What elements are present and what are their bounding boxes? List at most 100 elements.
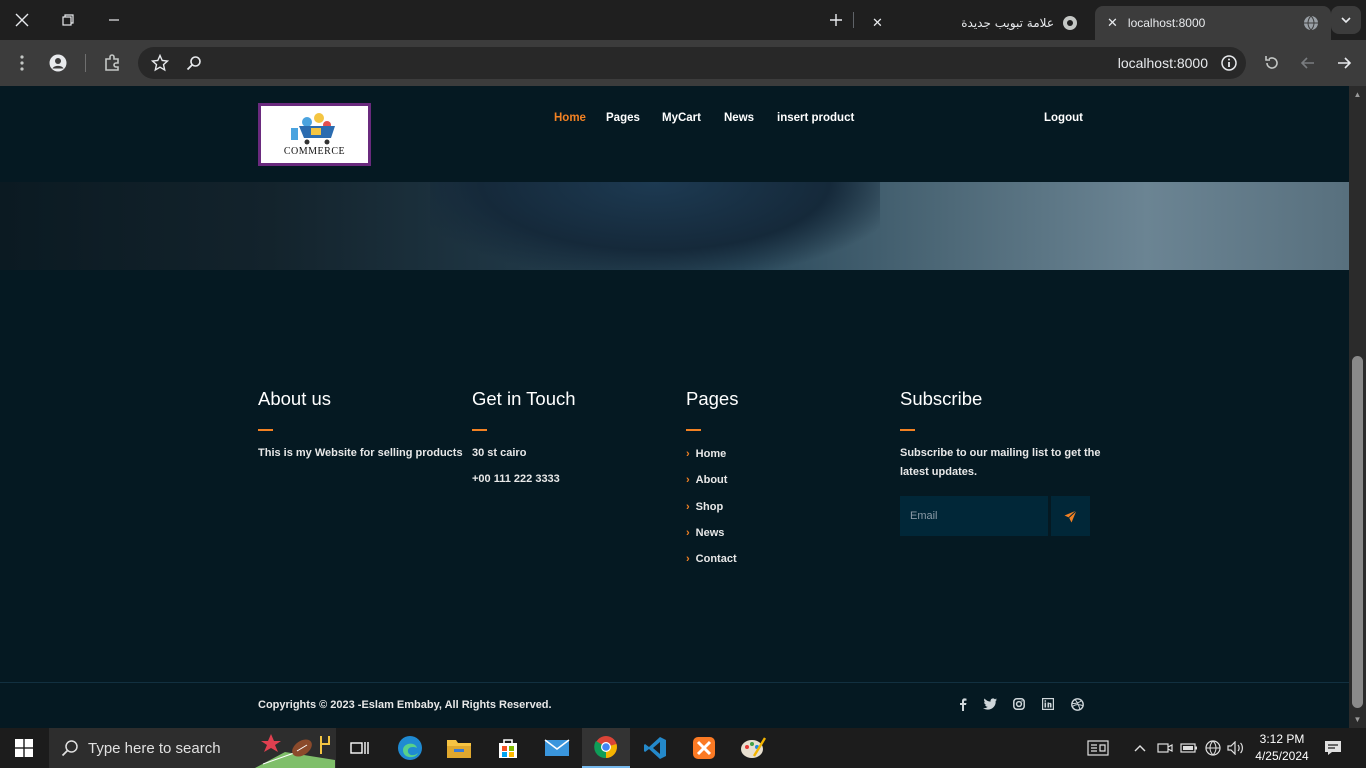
- footer-link-label: Home: [695, 448, 727, 460]
- volume-icon[interactable]: [1227, 739, 1245, 757]
- extensions-icon[interactable]: [98, 49, 126, 77]
- show-hidden-icons-icon[interactable]: [1131, 739, 1149, 757]
- nav-home[interactable]: Home: [554, 112, 586, 124]
- taskbar-store[interactable]: [484, 728, 532, 768]
- footer-link-news[interactable]: › News: [686, 527, 724, 539]
- tab-localhost[interactable]: ✕ localhost:8000: [1095, 6, 1331, 40]
- nav-news[interactable]: News: [724, 112, 754, 124]
- window-minimize-icon[interactable]: [100, 6, 128, 34]
- tab-title: علامة تبويب جديدة: [961, 16, 1054, 30]
- page-viewport: COMMERCE Home Pages MyCart News insert p…: [0, 86, 1349, 728]
- start-button[interactable]: [0, 728, 48, 768]
- store-icon: [499, 739, 517, 758]
- taskbar-edge[interactable]: [386, 728, 434, 768]
- scroll-up-icon[interactable]: ▲: [1352, 89, 1363, 100]
- scroll-down-icon[interactable]: ▼: [1352, 714, 1363, 725]
- url-text: localhost:8000: [1117, 55, 1208, 71]
- paint-palette-icon: [741, 737, 766, 758]
- site-header: COMMERCE Home Pages MyCart News insert p…: [0, 86, 1349, 182]
- footer-link-shop[interactable]: › Shop: [686, 501, 723, 513]
- logo-text: COMMERCE: [283, 146, 346, 157]
- taskbar-vscode[interactable]: [631, 728, 679, 768]
- clock-date: 4/25/2024: [1255, 749, 1309, 763]
- taskbar-search-box[interactable]: Type here to search: [49, 728, 336, 768]
- twitter-icon[interactable]: [983, 697, 997, 711]
- mail-icon: [544, 739, 570, 756]
- tab-close-icon[interactable]: ✕: [872, 15, 883, 31]
- contact-accent-bar: [472, 429, 487, 431]
- footer-link-about[interactable]: › About: [686, 474, 727, 486]
- windows-logo-icon: [15, 739, 33, 757]
- chevron-right-icon: ›: [686, 553, 690, 565]
- about-accent-bar: [258, 429, 273, 431]
- scrollbar-thumb[interactable]: [1352, 356, 1363, 708]
- taskbar-mail[interactable]: [533, 728, 581, 768]
- contact-address: 30 st cairo: [472, 447, 527, 459]
- tab-search-dropdown-icon[interactable]: [1331, 6, 1361, 34]
- notifications-icon[interactable]: [1324, 739, 1342, 757]
- facebook-icon[interactable]: [956, 697, 970, 711]
- copyright-text: Copyrights © 2023 -Eslam Embaby, All Rig…: [258, 699, 552, 711]
- footer-link-label: Contact: [695, 553, 737, 565]
- reload-icon[interactable]: [1258, 49, 1286, 77]
- footer-divider: [0, 682, 1349, 683]
- tab-new-tab[interactable]: ✕ علامة تبويب جديدة: [860, 6, 1090, 40]
- footer-link-label: About: [695, 474, 728, 486]
- search-placeholder: Type here to search: [88, 740, 221, 757]
- footer-link-label: Shop: [695, 501, 724, 513]
- profile-icon[interactable]: [44, 49, 72, 77]
- nav-pages[interactable]: Pages: [606, 112, 640, 124]
- paper-plane-icon: [1064, 509, 1077, 522]
- news-widget-icon[interactable]: [1087, 739, 1109, 757]
- window-close-icon[interactable]: [8, 6, 36, 34]
- search-highlight-illustration: [255, 734, 335, 768]
- window-restore-icon[interactable]: [54, 6, 82, 34]
- forward-arrow-icon[interactable]: [1294, 49, 1322, 77]
- subscribe-send-button[interactable]: [1051, 496, 1090, 536]
- vscode-icon: [644, 737, 666, 759]
- subscribe-text-line2: latest updates.: [900, 466, 978, 478]
- subscribe-accent-bar: [900, 429, 915, 431]
- chevron-right-icon: ›: [686, 527, 690, 539]
- chrome-icon: [594, 736, 617, 759]
- address-bar[interactable]: localhost:8000: [138, 47, 1246, 79]
- nav-logout[interactable]: Logout: [1044, 112, 1083, 124]
- footer-link-label: News: [695, 527, 725, 539]
- taskbar-chrome[interactable]: [582, 728, 630, 768]
- email-input[interactable]: Email: [900, 496, 1048, 536]
- pages-title: Pages: [686, 388, 739, 409]
- site-info-icon[interactable]: [1220, 54, 1238, 77]
- battery-icon[interactable]: [1180, 739, 1198, 757]
- chevron-right-icon: ›: [686, 501, 690, 513]
- taskbar-file-explorer[interactable]: [435, 728, 483, 768]
- footer-link-contact[interactable]: › Contact: [686, 553, 737, 565]
- shopping-cart-logo-icon: [291, 113, 335, 145]
- taskbar-xampp[interactable]: [680, 728, 728, 768]
- instagram-icon[interactable]: [1012, 697, 1026, 711]
- tab-separator: [853, 12, 854, 28]
- tab-close-icon[interactable]: ✕: [1107, 15, 1118, 31]
- nav-mycart[interactable]: MyCart: [662, 112, 701, 124]
- globe-icon: [1304, 15, 1318, 31]
- bookmark-star-icon[interactable]: [150, 53, 170, 77]
- network-globe-icon[interactable]: [1204, 739, 1222, 757]
- menu-kebab-icon[interactable]: [8, 49, 36, 77]
- search-lens-icon[interactable]: [186, 55, 202, 76]
- back-arrow-icon[interactable]: [1330, 49, 1358, 77]
- about-title: About us: [258, 388, 332, 409]
- dribbble-icon[interactable]: [1070, 697, 1084, 711]
- taskbar-paint[interactable]: [729, 728, 777, 768]
- new-tab-icon[interactable]: [822, 6, 850, 34]
- linkedin-icon[interactable]: [1041, 697, 1055, 711]
- folder-icon: [447, 740, 471, 758]
- site-logo[interactable]: COMMERCE: [258, 103, 371, 166]
- meet-now-icon[interactable]: [1156, 739, 1174, 757]
- nav-insert-product[interactable]: insert product: [777, 112, 854, 124]
- footer-link-home[interactable]: › Home: [686, 448, 726, 460]
- clock-time: 3:12 PM: [1259, 732, 1305, 746]
- task-view-button[interactable]: [336, 728, 384, 768]
- page-scrollbar[interactable]: ▲ ▼: [1349, 86, 1366, 728]
- taskbar-clock[interactable]: 3:12 PM 4/25/2024: [1251, 731, 1313, 765]
- about-text: This is my Website for selling products: [258, 447, 463, 459]
- toolbar-separator: [85, 54, 86, 72]
